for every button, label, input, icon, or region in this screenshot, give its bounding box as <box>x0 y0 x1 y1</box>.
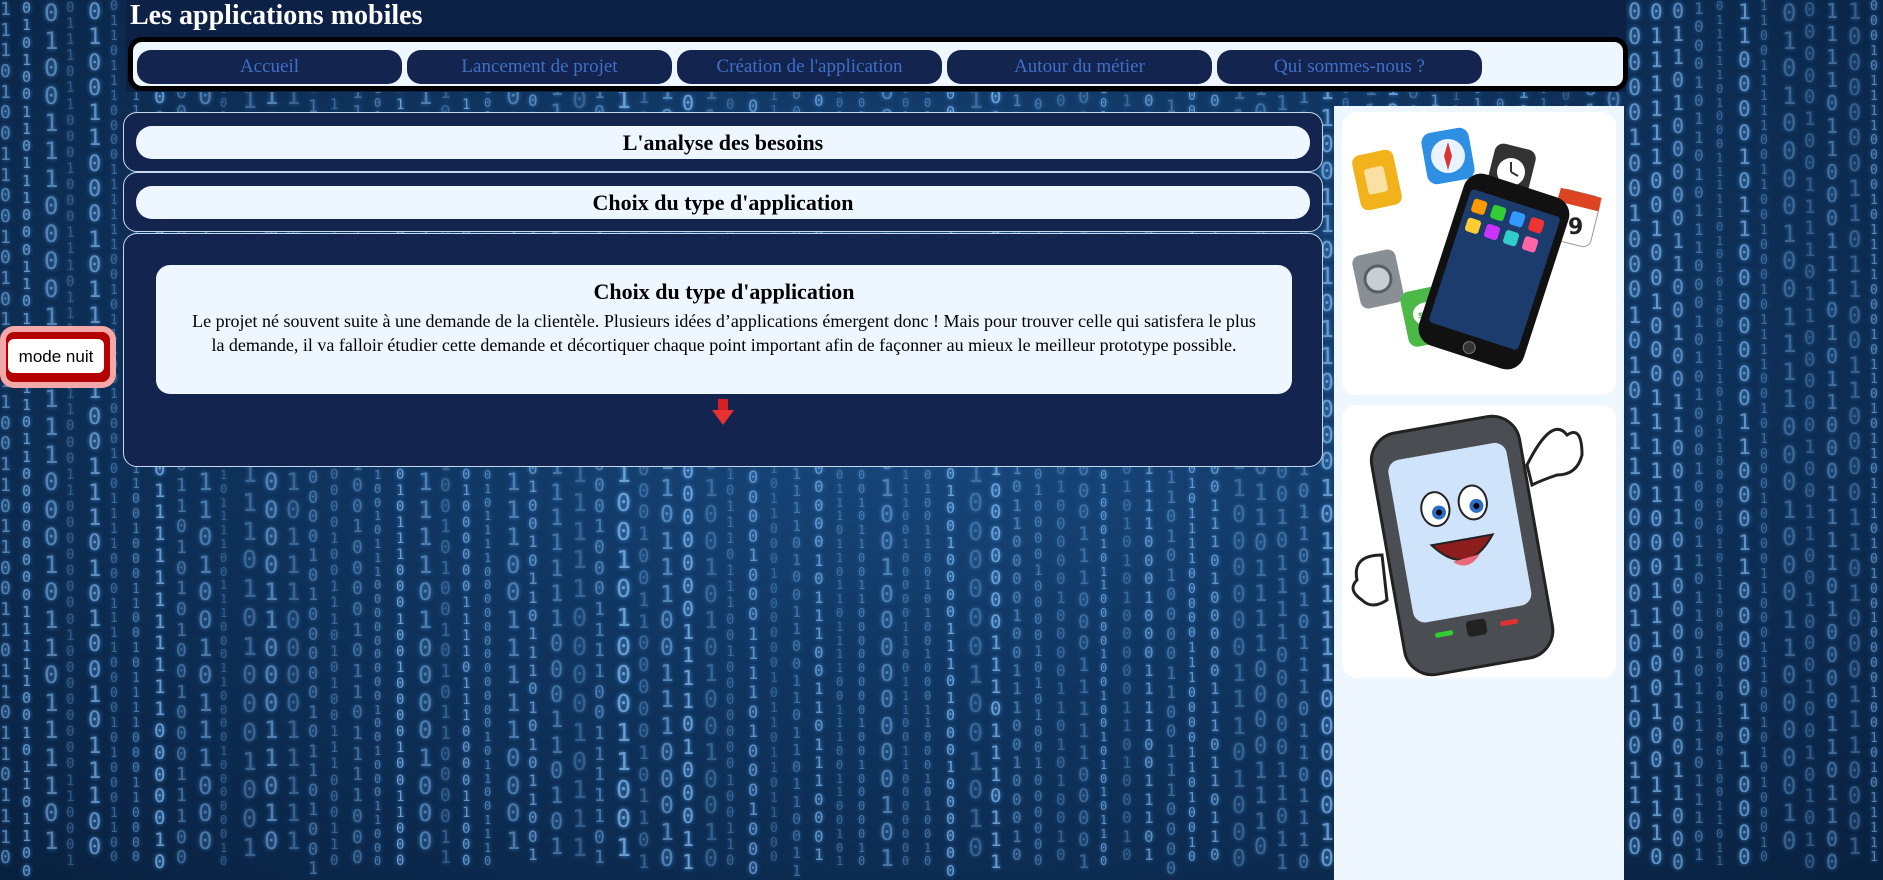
content-card: Choix du type d'application Le projet né… <box>156 265 1292 394</box>
matrix-digit-column: 0 1 1 1 0 1 1 0 0 0 1 0 0 0 1 1 1 0 1 1 … <box>66 0 75 869</box>
matrix-digit-column: 1 0 0 0 1 0 1 1 0 1 0 1 1 1 0 0 0 1 0 1 … <box>1694 0 1704 864</box>
matrix-digit-column: 1 1 0 0 0 0 1 0 1 1 0 0 0 0 0 0 0 1 1 0 … <box>1738 0 1751 869</box>
matrix-digit-column: 0 1 1 0 1 1 1 0 0 0 0 1 1 1 1 1 1 0 0 1 … <box>110 0 118 866</box>
content-text: Le projet né souvent suite à une demande… <box>192 311 1256 355</box>
matrix-digit-column: 0 0 0 0 0 1 0 0 1 1 1 1 0 1 1 0 0 0 0 0 … <box>1804 0 1816 873</box>
down-arrow-icon[interactable] <box>712 399 734 425</box>
matrix-digit-column: 1 0 0 0 0 0 0 1 1 0 1 1 0 0 1 1 0 0 0 0 … <box>1848 0 1862 860</box>
section-analyse-des-besoins: L'analyse des besoins <box>123 112 1323 172</box>
matrix-digit-column: 0 1 1 1 1 1 0 1 0 0 0 1 1 1 1 1 0 1 0 1 … <box>1716 0 1724 869</box>
main-navigation: Accueil Lancement de projet Création de … <box>128 37 1628 91</box>
section-content-panel: Choix du type d'application Le projet né… <box>123 233 1323 467</box>
mode-nuit-button[interactable]: mode nuit <box>8 339 104 373</box>
svg-text:9: 9 <box>1568 215 1583 240</box>
content-title: Choix du type d'application <box>593 279 855 304</box>
matrix-digit-column: 0 0 0 1 0 1 1 1 1 0 0 0 0 1 0 1 1 1 1 0 … <box>1870 0 1878 866</box>
matrix-digit-column: 0 1 1 1 1 1 1 0 0 1 0 0 1 0 0 0 1 1 1 1 … <box>1650 0 1663 869</box>
site-title: Les applications mobiles <box>130 0 423 31</box>
matrix-digit-column: 0 1 0 0 1 1 1 0 0 0 0 1 0 1 1 1 1 0 0 0 … <box>44 0 59 855</box>
sidebar: 9 sms <box>1334 106 1624 880</box>
smartphone-app-icons-illustration: 9 sms <box>1342 112 1616 395</box>
matrix-digit-column: 0 1 0 1 0 0 0 0 1 0 0 1 1 1 1 0 0 0 1 0 … <box>1782 0 1797 855</box>
matrix-digit-column: 0 0 0 0 0 1 0 0 1 0 0 0 1 0 1 0 1 1 1 0 … <box>1628 0 1642 860</box>
matrix-digit-column: 1 1 1 1 0 1 1 0 0 0 1 1 1 0 1 0 1 1 0 0 … <box>1826 0 1839 874</box>
matrix-digit-column: 0 1 0 1 0 0 1 1 0 1 1 1 0 0 0 1 1 0 1 0 … <box>22 0 32 880</box>
section-choix-du-type: Choix du type d'application <box>123 172 1323 232</box>
section-title-analyse-des-besoins[interactable]: L'analyse des besoins <box>136 126 1310 159</box>
nav-item-qui-sommes-nous[interactable]: Qui sommes-nous ? <box>1217 50 1482 84</box>
nav-item-accueil[interactable]: Accueil <box>137 50 402 84</box>
matrix-digit-column: 0 1 0 0 1 1 0 0 0 1 0 1 1 0 1 1 0 0 1 1 … <box>88 0 102 860</box>
nav-item-autour-du-metier[interactable]: Autour du métier <box>947 50 1212 84</box>
mode-nuit-frame: mode nuit <box>0 326 116 388</box>
nav-item-creation-application[interactable]: Création de l'application <box>677 50 942 84</box>
nav-item-lancement-de-projet[interactable]: Lancement de projet <box>407 50 672 84</box>
cartoon-smartphone-thumbs-up-illustration <box>1342 405 1616 678</box>
matrix-digit-column: 0 1 1 0 1 0 0 0 0 0 1 1 0 0 1 0 0 1 1 0 … <box>1672 0 1685 874</box>
matrix-digit-column: 1 1 1 0 1 0 0 1 1 0 0 1 0 1 0 1 0 0 1 1 … <box>0 0 11 869</box>
matrix-digit-column: 1 1 0 0 1 1 1 1 1 0 0 1 1 0 0 1 0 0 0 1 … <box>1760 0 1768 866</box>
section-title-choix-du-type[interactable]: Choix du type d'application <box>136 186 1310 219</box>
